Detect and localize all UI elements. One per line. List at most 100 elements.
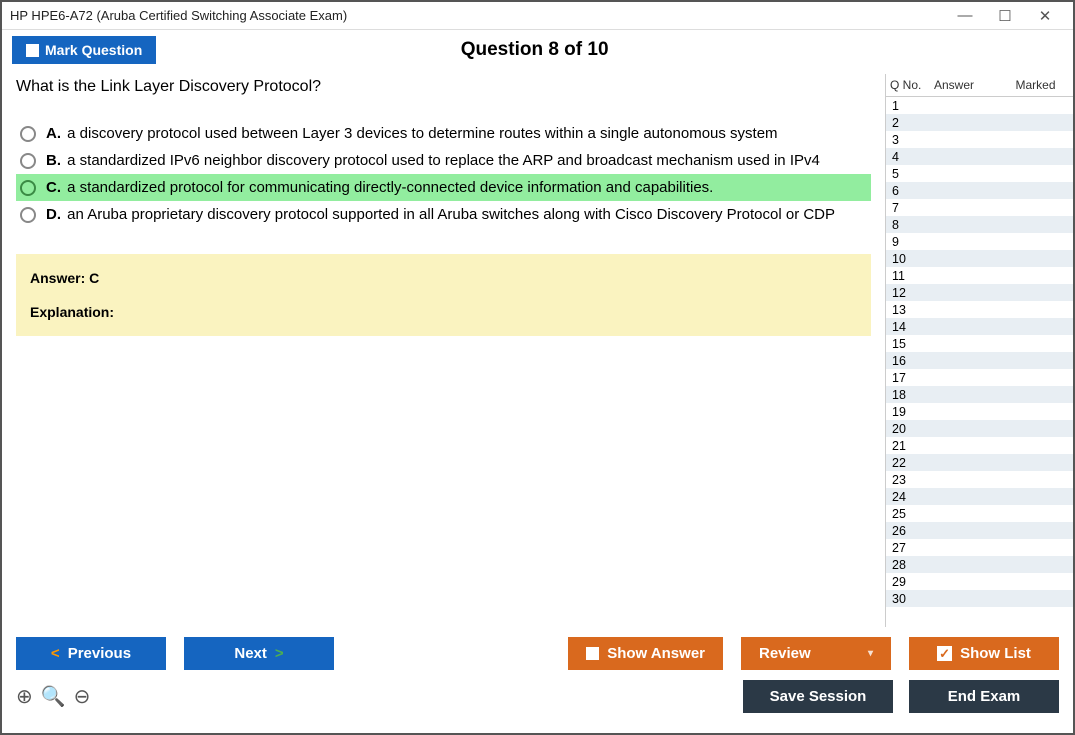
button-row-2: ⊕ 🔍 ⊖ Save Session End Exam: [16, 680, 1059, 713]
sidebar-row[interactable]: 30: [886, 590, 1073, 607]
sidebar-qno: 22: [892, 456, 930, 470]
end-exam-button[interactable]: End Exam: [909, 680, 1059, 713]
option-text: B. a standardized IPv6 neighbor discover…: [46, 152, 820, 169]
sidebar-qno: 18: [892, 388, 930, 402]
previous-button[interactable]: < Previous: [16, 637, 166, 670]
sidebar-qno: 2: [892, 116, 930, 130]
save-session-button[interactable]: Save Session: [743, 680, 893, 713]
sidebar-row[interactable]: 21: [886, 437, 1073, 454]
option-row[interactable]: C. a standardized protocol for communica…: [16, 174, 871, 201]
option-text: A. a discovery protocol used between Lay…: [46, 125, 778, 142]
app-window: HP HPE6-A72 (Aruba Certified Switching A…: [0, 0, 1075, 735]
option-row[interactable]: A. a discovery protocol used between Lay…: [16, 120, 871, 147]
sidebar-qno: 15: [892, 337, 930, 351]
sidebar-row[interactable]: 19: [886, 403, 1073, 420]
mark-question-label: Mark Question: [45, 42, 142, 58]
sidebar-qno: 20: [892, 422, 930, 436]
radio-icon[interactable]: [20, 153, 36, 169]
sidebar-row[interactable]: 13: [886, 301, 1073, 318]
sidebar-qno: 28: [892, 558, 930, 572]
sidebar-row[interactable]: 15: [886, 335, 1073, 352]
sidebar-qno: 4: [892, 150, 930, 164]
checkbox-icon: [26, 44, 39, 57]
minimize-icon[interactable]: —: [945, 7, 985, 24]
sidebar-rows[interactable]: 1234567891011121314151617181920212223242…: [886, 97, 1073, 627]
sidebar-qno: 24: [892, 490, 930, 504]
sidebar-row[interactable]: 22: [886, 454, 1073, 471]
checkbox-icon: [586, 647, 599, 660]
sidebar-qno: 13: [892, 303, 930, 317]
zoom-out-icon[interactable]: ⊖: [74, 684, 91, 709]
sidebar-header: Q No. Answer Marked: [886, 74, 1073, 97]
sidebar-row[interactable]: 24: [886, 488, 1073, 505]
topbar: Mark Question Question 8 of 10: [2, 30, 1073, 74]
zoom-reset-icon[interactable]: 🔍: [41, 684, 66, 709]
sidebar-row[interactable]: 7: [886, 199, 1073, 216]
previous-label: Previous: [68, 645, 131, 662]
question-list-sidebar: Q No. Answer Marked 12345678910111213141…: [885, 74, 1073, 627]
sidebar-row[interactable]: 25: [886, 505, 1073, 522]
content-area: What is the Link Layer Discovery Protoco…: [2, 74, 1073, 627]
sidebar-row[interactable]: 26: [886, 522, 1073, 539]
sidebar-row[interactable]: 18: [886, 386, 1073, 403]
sidebar-row[interactable]: 8: [886, 216, 1073, 233]
maximize-icon[interactable]: ☐: [985, 7, 1025, 25]
show-answer-button[interactable]: Show Answer: [568, 637, 723, 670]
next-button[interactable]: Next >: [184, 637, 334, 670]
sidebar-qno: 8: [892, 218, 930, 232]
sidebar-qno: 26: [892, 524, 930, 538]
review-button[interactable]: Review ▾: [741, 637, 891, 670]
mark-question-button[interactable]: Mark Question: [12, 36, 156, 64]
answer-box: Answer: C Explanation:: [16, 254, 871, 336]
sidebar-row[interactable]: 4: [886, 148, 1073, 165]
sidebar-qno: 3: [892, 133, 930, 147]
option-row[interactable]: D. an Aruba proprietary discovery protoc…: [16, 201, 871, 228]
option-row[interactable]: B. a standardized IPv6 neighbor discover…: [16, 147, 871, 174]
sidebar-row[interactable]: 20: [886, 420, 1073, 437]
options-list: A. a discovery protocol used between Lay…: [16, 120, 871, 228]
show-list-button[interactable]: ✓ Show List: [909, 637, 1059, 670]
sidebar-row[interactable]: 9: [886, 233, 1073, 250]
chevron-down-icon: ▾: [868, 648, 873, 659]
save-session-label: Save Session: [770, 688, 867, 705]
zoom-in-icon[interactable]: ⊕: [16, 684, 33, 709]
sidebar-row[interactable]: 16: [886, 352, 1073, 369]
radio-icon[interactable]: [20, 126, 36, 142]
sidebar-qno: 7: [892, 201, 930, 215]
option-text: C. a standardized protocol for communica…: [46, 179, 713, 196]
sidebar-qno: 16: [892, 354, 930, 368]
sidebar-row[interactable]: 17: [886, 369, 1073, 386]
sidebar-row[interactable]: 12: [886, 284, 1073, 301]
sidebar-row[interactable]: 27: [886, 539, 1073, 556]
sidebar-qno: 29: [892, 575, 930, 589]
button-row-1: < Previous Next > Show Answer Review ▾ ✓…: [16, 637, 1059, 670]
radio-icon[interactable]: [20, 180, 36, 196]
sidebar-row[interactable]: 10: [886, 250, 1073, 267]
sidebar-row[interactable]: 23: [886, 471, 1073, 488]
sidebar-qno: 27: [892, 541, 930, 555]
chevron-left-icon: <: [51, 645, 60, 662]
bottom-toolbar: < Previous Next > Show Answer Review ▾ ✓…: [2, 627, 1073, 733]
sidebar-qno: 25: [892, 507, 930, 521]
col-answer: Answer: [934, 78, 1002, 92]
sidebar-row[interactable]: 2: [886, 114, 1073, 131]
close-icon[interactable]: ✕: [1025, 7, 1065, 25]
checked-icon: ✓: [937, 646, 952, 661]
sidebar-row[interactable]: 28: [886, 556, 1073, 573]
sidebar-row[interactable]: 6: [886, 182, 1073, 199]
sidebar-row[interactable]: 29: [886, 573, 1073, 590]
question-panel: What is the Link Layer Discovery Protoco…: [2, 74, 885, 627]
sidebar-qno: 6: [892, 184, 930, 198]
explanation-label: Explanation:: [30, 304, 857, 320]
sidebar-row[interactable]: 3: [886, 131, 1073, 148]
sidebar-row[interactable]: 1: [886, 97, 1073, 114]
radio-icon[interactable]: [20, 207, 36, 223]
next-label: Next: [234, 645, 267, 662]
window-title: HP HPE6-A72 (Aruba Certified Switching A…: [10, 8, 945, 23]
sidebar-row[interactable]: 5: [886, 165, 1073, 182]
review-label: Review: [759, 645, 811, 662]
sidebar-row[interactable]: 14: [886, 318, 1073, 335]
sidebar-qno: 21: [892, 439, 930, 453]
sidebar-row[interactable]: 11: [886, 267, 1073, 284]
question-counter: Question 8 of 10: [156, 39, 913, 61]
